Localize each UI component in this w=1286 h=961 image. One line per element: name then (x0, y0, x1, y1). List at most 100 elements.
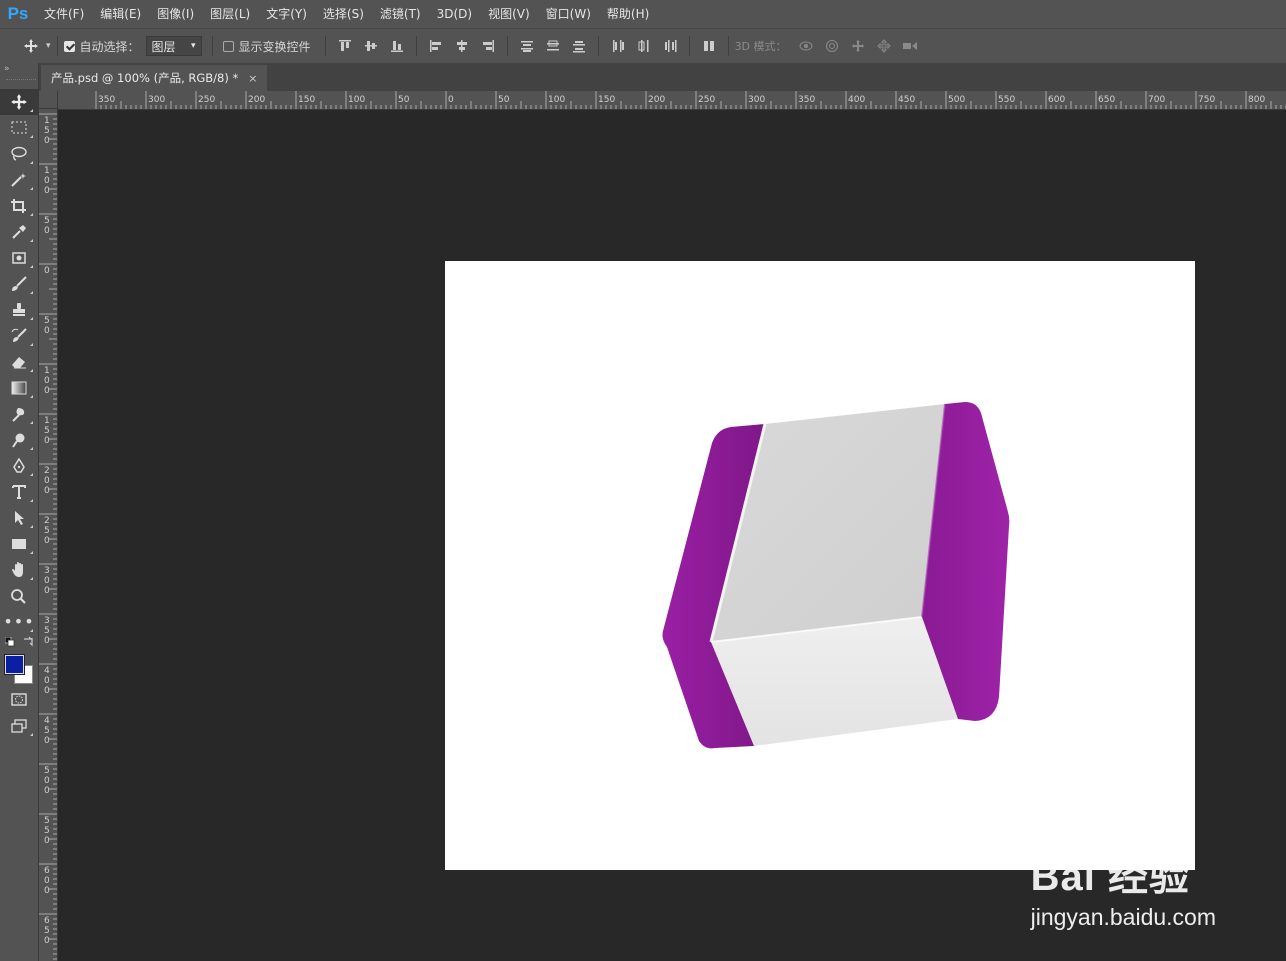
auto-select-target-dropdown[interactable]: 图层 ▾ (145, 36, 202, 56)
distribute-horizontal-centers-icon[interactable] (633, 35, 655, 57)
document-canvas[interactable] (445, 261, 1195, 870)
default-colors-icon[interactable] (5, 637, 15, 647)
vertical-ruler[interactable]: 1501005005010015020025030035040045050055… (39, 109, 58, 961)
align-bottom-edges-icon[interactable] (386, 35, 408, 57)
ruler-label: 3 (44, 566, 50, 576)
align-top-edges-icon[interactable] (334, 35, 356, 57)
hand-tool[interactable] (0, 557, 38, 583)
menu-item[interactable]: 选择(S) (315, 0, 372, 28)
lasso-tool[interactable] (0, 141, 38, 167)
ruler-origin[interactable] (39, 91, 58, 109)
rectangle-tool[interactable] (0, 531, 38, 557)
align-horizontal-centers-icon[interactable] (451, 35, 473, 57)
menu-item[interactable]: 文字(Y) (258, 0, 315, 28)
3d-rotate-icon[interactable] (795, 35, 817, 57)
distribute-vertical-centers-icon[interactable] (542, 35, 564, 57)
menu-item[interactable]: 窗口(W) (538, 0, 599, 28)
ruler-label: 250 (698, 95, 715, 105)
menu-item[interactable]: 图像(I) (149, 0, 202, 28)
ruler-label: 0 (44, 376, 50, 386)
ruler-label: 0 (44, 936, 50, 946)
3d-pan-icon[interactable] (847, 35, 869, 57)
eraser-icon (12, 357, 26, 369)
more-dots-icon: ••• (3, 612, 35, 631)
eyedropper-tool[interactable] (0, 219, 38, 245)
close-tab-icon[interactable]: × (248, 72, 257, 85)
quick-mask-icon (11, 693, 27, 706)
screen-mode-button[interactable] (0, 713, 38, 739)
panel-collapse-grip[interactable]: » (0, 63, 38, 89)
3d-slide-icon[interactable] (873, 35, 895, 57)
ruler-label: 550 (998, 95, 1015, 105)
ruler-label: 700 (1148, 95, 1165, 105)
magnifier-icon (11, 589, 26, 604)
move-tool[interactable] (0, 89, 38, 115)
eraser-tool[interactable] (0, 349, 38, 375)
ruler-label: 450 (898, 95, 915, 105)
document-area: 产品.psd @ 100% (产品, RGB/8) * × 350 300 250 2… (39, 63, 1286, 961)
3d-roll-icon[interactable] (821, 35, 843, 57)
marquee-tool[interactable] (0, 115, 38, 141)
ruler-label: 0 (44, 676, 50, 686)
menu-item[interactable]: 帮助(H) (599, 0, 657, 28)
path-selection-tool[interactable] (0, 505, 38, 531)
ruler-label: 0 (44, 186, 50, 196)
distribute-top-icon[interactable] (516, 35, 538, 57)
distribute-right-icon[interactable] (659, 35, 681, 57)
show-transform-controls-checkbox[interactable]: 显示变换控件 (222, 29, 311, 63)
quick-mask-button[interactable] (0, 687, 38, 713)
checkbox-checked-icon[interactable] (63, 40, 75, 52)
frame-tool[interactable] (0, 245, 38, 271)
watermark-url: jingyan.baidu.com (1030, 904, 1216, 930)
ruler-label: 650 (1098, 95, 1115, 105)
menu-item[interactable]: 编辑(E) (92, 0, 149, 28)
3d-scale-icon[interactable] (899, 35, 921, 57)
swap-colors-icon[interactable] (22, 635, 34, 647)
gradient-tool[interactable] (0, 375, 38, 401)
checkbox-unchecked-icon[interactable] (222, 40, 234, 52)
menu-item[interactable]: 3D(D) (429, 0, 480, 28)
ruler-label: 750 (1198, 95, 1215, 105)
blur-tool[interactable] (0, 401, 38, 427)
auto-select-label: 自动选择： (79, 39, 140, 54)
3d-mode-label: 3D 模式： (734, 40, 787, 53)
dodge-tool[interactable] (0, 427, 38, 453)
distribute-bottom-icon[interactable] (568, 35, 590, 57)
move-tool-icon[interactable] (20, 35, 42, 57)
menu-item[interactable]: 滤镜(T) (372, 0, 429, 28)
history-brush-tool[interactable] (0, 323, 38, 349)
tool-preset-chevron-icon[interactable]: ▾ (46, 41, 51, 51)
foreground-color-swatch[interactable] (5, 655, 24, 674)
pen-tool[interactable] (0, 453, 38, 479)
ruler-label: 2 (44, 516, 50, 526)
3d-mode-group: 3D 模式： (735, 29, 923, 63)
clone-stamp-tool[interactable] (0, 297, 38, 323)
horizontal-ruler[interactable]: 350 300 250 200 150 100 50 0 50 100 150 200 250 300 35… (58, 91, 1286, 110)
ruler-label: 5 (44, 526, 50, 536)
align-left-edges-icon[interactable] (425, 35, 447, 57)
crop-tool[interactable] (0, 193, 38, 219)
align-vertical-centers-icon[interactable] (360, 35, 382, 57)
ruler-label: 5 (44, 816, 50, 826)
distribute-left-icon[interactable] (607, 35, 629, 57)
ruler-label: 600 (1048, 95, 1065, 105)
brush-tool[interactable] (0, 271, 38, 297)
auto-align-layers-icon[interactable] (698, 35, 720, 57)
ruler-label: 50 (398, 95, 410, 105)
edit-toolbar-button[interactable]: ••• (0, 609, 38, 635)
ruler-label: 4 (44, 716, 50, 726)
type-tool[interactable] (0, 479, 38, 505)
menu-item[interactable]: 文件(F) (36, 0, 92, 28)
document-tab-title: 产品.psd @ 100% (产品, RGB/8) * (51, 71, 239, 85)
auto-select-checkbox[interactable]: 自动选择： (63, 29, 140, 63)
menu-item[interactable]: 图层(L) (202, 0, 258, 28)
magic-wand-tool[interactable] (0, 167, 38, 193)
menu-item[interactable]: 视图(V) (480, 0, 538, 28)
ruler-label: 5 (44, 926, 50, 936)
align-right-edges-icon[interactable] (477, 35, 499, 57)
ruler-label: 3 (44, 616, 50, 626)
zoom-tool[interactable] (0, 583, 38, 609)
document-tab[interactable]: 产品.psd @ 100% (产品, RGB/8) * × (41, 65, 268, 91)
type-icon (12, 485, 26, 499)
ruler-label: 100 (548, 95, 565, 105)
